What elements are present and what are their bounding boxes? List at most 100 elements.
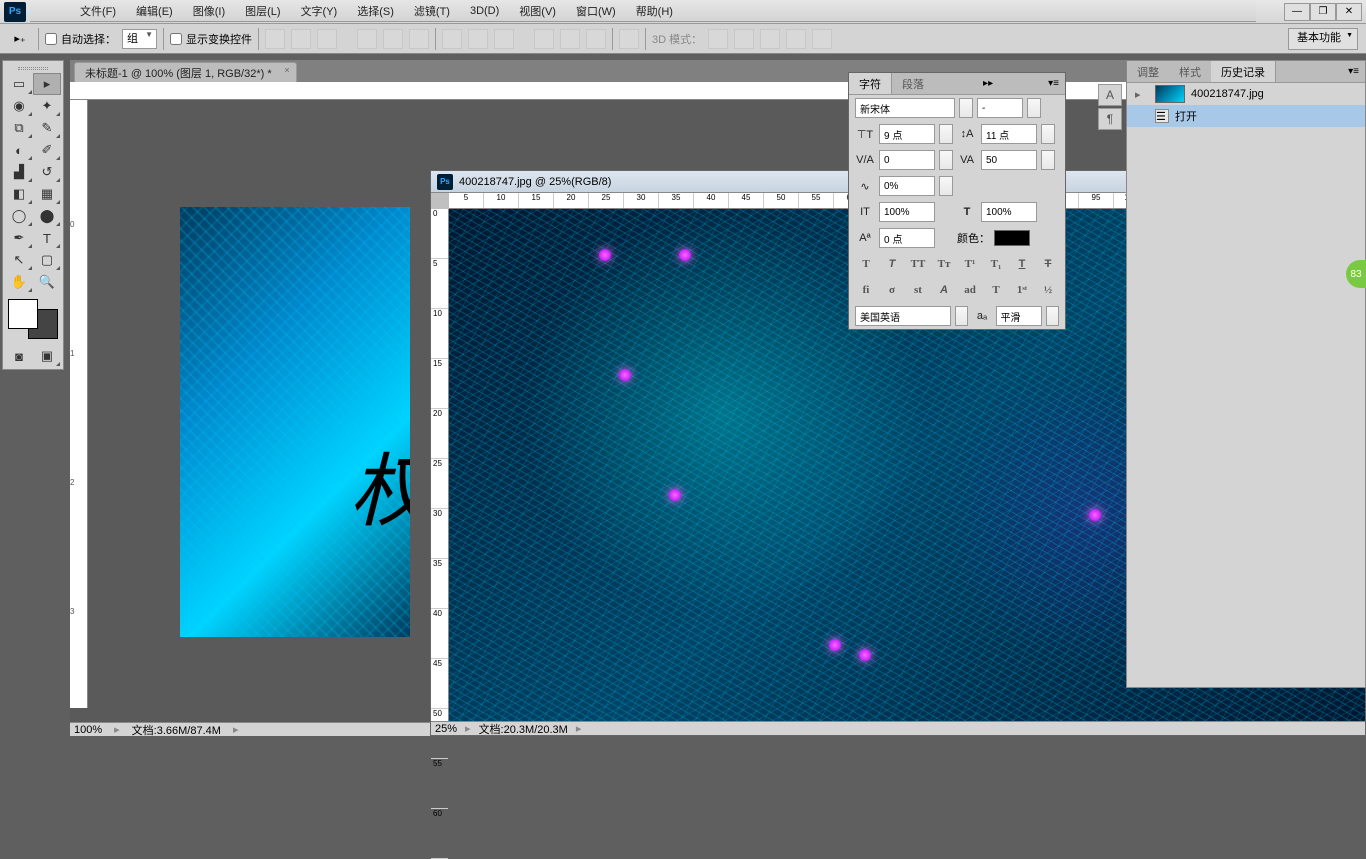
auto-select-dropdown[interactable]: 组 bbox=[122, 29, 157, 49]
align-right-icon[interactable] bbox=[409, 29, 429, 49]
menu-type[interactable]: 文字(Y) bbox=[291, 3, 348, 19]
close-button[interactable]: ✕ bbox=[1336, 3, 1362, 21]
history-snapshot[interactable]: ▸ 400218747.jpg bbox=[1127, 83, 1365, 105]
tab-close-icon[interactable]: × bbox=[284, 65, 289, 75]
move-tool[interactable]: ▸ bbox=[33, 73, 61, 95]
distribute-left-icon[interactable] bbox=[534, 29, 554, 49]
swash-button[interactable]: st bbox=[909, 281, 927, 299]
baseline-dropdown[interactable] bbox=[939, 176, 953, 196]
menu-window[interactable]: 窗口(W) bbox=[566, 3, 626, 19]
magic-wand-tool[interactable]: ✦ bbox=[33, 95, 61, 117]
hand-tool[interactable]: ✋ bbox=[5, 271, 33, 293]
healing-tool[interactable]: ◐ bbox=[5, 139, 33, 161]
antialias-select[interactable] bbox=[996, 306, 1042, 326]
panel-menu-icon[interactable]: ▾≡ bbox=[1042, 78, 1065, 89]
align-bottom-icon[interactable] bbox=[317, 29, 337, 49]
menu-filter[interactable]: 滤镜(T) bbox=[404, 3, 460, 19]
document-tab-1[interactable]: 未标题-1 @ 100% (图层 1, RGB/32*) * × bbox=[74, 62, 297, 82]
panel-grip[interactable] bbox=[5, 63, 61, 73]
menu-view[interactable]: 视图(V) bbox=[509, 3, 566, 19]
align-left-icon[interactable] bbox=[357, 29, 377, 49]
font-style-dropdown[interactable] bbox=[1027, 98, 1041, 118]
mode3d-3-icon[interactable] bbox=[760, 29, 780, 49]
foreground-color[interactable] bbox=[8, 299, 38, 329]
maximize-button[interactable]: ❐ bbox=[1310, 3, 1336, 21]
kerning-dropdown[interactable] bbox=[939, 150, 953, 170]
progress-badge[interactable]: 83 bbox=[1346, 260, 1366, 288]
font-size-dropdown[interactable] bbox=[939, 124, 953, 144]
subscript-button[interactable]: T₁ bbox=[987, 255, 1005, 273]
baseline-input[interactable] bbox=[879, 176, 935, 196]
tab-history[interactable]: 历史记录 bbox=[1211, 61, 1276, 82]
distribute-top-icon[interactable] bbox=[442, 29, 462, 49]
distribute-vcenter-icon[interactable] bbox=[468, 29, 488, 49]
menu-image[interactable]: 图像(I) bbox=[183, 3, 235, 19]
menu-3d[interactable]: 3D(D) bbox=[460, 5, 509, 17]
color-swatches[interactable] bbox=[8, 299, 58, 339]
panel-collapse-icon[interactable]: ▸▸ bbox=[977, 78, 999, 89]
leading-input[interactable] bbox=[981, 124, 1037, 144]
show-transform-checkbox[interactable]: 显示变换控件 bbox=[170, 31, 252, 47]
panel-menu-icon[interactable]: ▾≡ bbox=[1342, 66, 1365, 77]
tab-adjustments[interactable]: 调整 bbox=[1127, 61, 1169, 82]
align-vcenter-icon[interactable] bbox=[291, 29, 311, 49]
bold-button[interactable]: T bbox=[857, 255, 875, 273]
text-color-swatch[interactable] bbox=[994, 230, 1030, 246]
float-ruler-v[interactable]: 051015202530354045505560 bbox=[431, 209, 449, 721]
font-style-input[interactable] bbox=[977, 98, 1023, 118]
history-brush-tool[interactable]: ↺ bbox=[33, 161, 61, 183]
tracking-input[interactable] bbox=[981, 150, 1037, 170]
menu-help[interactable]: 帮助(H) bbox=[626, 3, 683, 19]
fractions2-button[interactable]: ½ bbox=[1039, 281, 1057, 299]
distribute-right-icon[interactable] bbox=[586, 29, 606, 49]
language-dropdown[interactable] bbox=[955, 306, 968, 326]
antialias-dropdown[interactable] bbox=[1046, 306, 1059, 326]
mode3d-2-icon[interactable] bbox=[734, 29, 754, 49]
auto-align-icon[interactable] bbox=[619, 29, 639, 49]
strikethrough-button[interactable]: T bbox=[1039, 255, 1057, 273]
font-family-dropdown[interactable] bbox=[959, 98, 973, 118]
marquee-tool[interactable]: ▭ bbox=[5, 73, 33, 95]
font-family-input[interactable] bbox=[855, 98, 955, 118]
gradient-tool[interactable]: ▦ bbox=[33, 183, 61, 205]
smallcaps-button[interactable]: Tᴛ bbox=[935, 255, 953, 273]
paragraph-panel-icon[interactable]: ¶ bbox=[1098, 108, 1122, 130]
baseline-shift-input[interactable] bbox=[879, 228, 935, 248]
text-tool[interactable]: T bbox=[33, 227, 61, 249]
stylistic-button[interactable]: A bbox=[935, 281, 953, 299]
minimize-button[interactable]: — bbox=[1284, 3, 1310, 21]
zoom-tool[interactable]: 🔍 bbox=[33, 271, 61, 293]
eyedropper-tool[interactable]: ✎ bbox=[33, 117, 61, 139]
tab-character[interactable]: 字符 bbox=[849, 73, 892, 94]
zoom-level[interactable]: 100% bbox=[74, 724, 102, 736]
ordinals-button[interactable]: T bbox=[987, 281, 1005, 299]
path-tool[interactable]: ↖ bbox=[5, 249, 33, 271]
quick-mask-icon[interactable]: ◙ bbox=[5, 345, 33, 367]
history-brush-target-icon[interactable]: ▸ bbox=[1135, 88, 1149, 101]
align-top-icon[interactable] bbox=[265, 29, 285, 49]
screen-mode-icon[interactable]: ▣ bbox=[33, 345, 61, 367]
lasso-tool[interactable]: ◉ bbox=[5, 95, 33, 117]
distribute-bottom-icon[interactable] bbox=[494, 29, 514, 49]
kerning-input[interactable] bbox=[879, 150, 935, 170]
ruler-vertical[interactable]: 0 1 2 3 bbox=[70, 100, 88, 708]
superscript-button[interactable]: T¹ bbox=[961, 255, 979, 273]
character-panel-icon[interactable]: A bbox=[1098, 84, 1122, 106]
history-state-open[interactable]: ☰ 打开 bbox=[1127, 105, 1365, 127]
document-canvas-1[interactable]: 权 bbox=[180, 207, 410, 637]
mode3d-1-icon[interactable] bbox=[708, 29, 728, 49]
tracking-dropdown[interactable] bbox=[1041, 150, 1055, 170]
fractions-button[interactable]: 1ˢᵗ bbox=[1013, 281, 1031, 299]
align-hcenter-icon[interactable] bbox=[383, 29, 403, 49]
ligature-button[interactable]: fi bbox=[857, 281, 875, 299]
mode3d-5-icon[interactable] bbox=[812, 29, 832, 49]
tab-styles[interactable]: 样式 bbox=[1169, 61, 1211, 82]
eraser-tool[interactable]: ◧ bbox=[5, 183, 33, 205]
shape-tool[interactable]: ▢ bbox=[33, 249, 61, 271]
tab-paragraph[interactable]: 段落 bbox=[892, 73, 934, 94]
float-zoom[interactable]: 25% bbox=[435, 723, 457, 735]
auto-select-checkbox[interactable]: 自动选择： bbox=[45, 31, 116, 47]
italic-button[interactable]: T bbox=[883, 255, 901, 273]
language-select[interactable] bbox=[855, 306, 951, 326]
vscale-input[interactable] bbox=[879, 202, 935, 222]
